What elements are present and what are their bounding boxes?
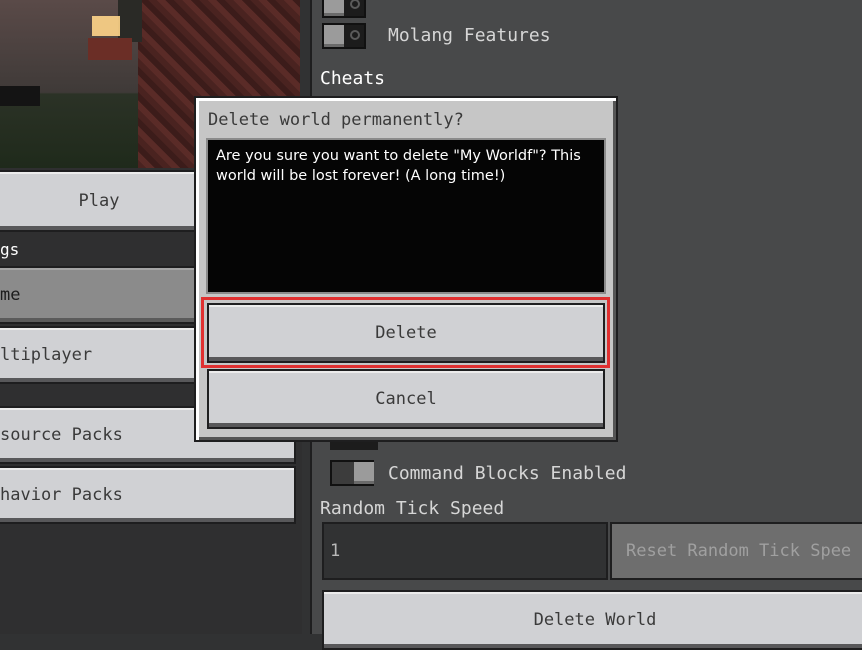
- tab-behavior-packs[interactable]: havior Packs: [0, 466, 296, 524]
- tab-multiplayer-label: ltiplayer: [0, 345, 93, 365]
- dialog-cancel-label: Cancel: [375, 389, 437, 409]
- molang-features-label: Molang Features: [388, 25, 551, 46]
- tab-game[interactable]: me: [0, 266, 196, 324]
- toggle-knob: [354, 462, 374, 484]
- molang-features-toggle[interactable]: [322, 23, 366, 49]
- dialog-title: Delete world permanently?: [208, 110, 464, 130]
- play-button[interactable]: Play: [0, 170, 196, 232]
- upcoming-feature-toggle[interactable]: [322, 0, 366, 18]
- random-tick-speed-value: 1: [330, 541, 341, 561]
- delete-world-button[interactable]: Delete World: [322, 590, 862, 650]
- random-tick-speed-input[interactable]: 1: [322, 522, 608, 580]
- settings-section-label: gs: [0, 240, 20, 259]
- tab-resource-packs-label: source Packs: [0, 425, 123, 445]
- random-tick-speed-label: Random Tick Speed: [320, 498, 505, 519]
- toggle-knob: [324, 0, 360, 16]
- command-blocks-label: Command Blocks Enabled: [388, 463, 627, 484]
- reset-random-tick-speed-label: Reset Random Tick Spee: [626, 541, 852, 561]
- cheats-section-label: Cheats: [320, 68, 386, 89]
- play-button-label: Play: [78, 191, 120, 211]
- reset-random-tick-speed-button[interactable]: Reset Random Tick Spee: [610, 522, 862, 580]
- toggle-knob: [324, 25, 360, 47]
- command-blocks-toggle[interactable]: [330, 460, 374, 486]
- delete-world-label: Delete World: [533, 610, 657, 630]
- dialog-message: Are you sure you want to delete "My Worl…: [206, 138, 606, 294]
- delete-button-highlight: [201, 297, 610, 368]
- tab-game-label: me: [0, 285, 21, 305]
- tab-behavior-packs-label: havior Packs: [0, 485, 123, 505]
- dialog-cancel-button[interactable]: Cancel: [207, 369, 605, 429]
- tab-multiplayer[interactable]: ltiplayer: [0, 326, 196, 384]
